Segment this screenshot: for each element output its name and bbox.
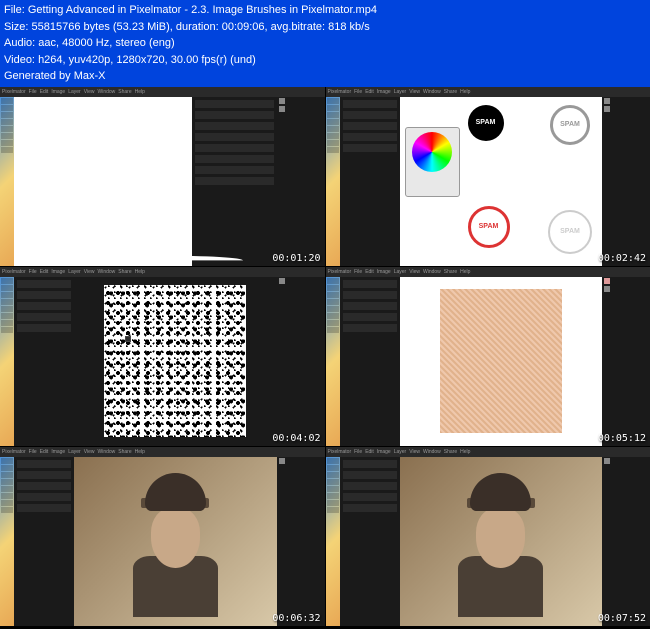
toolbar (326, 277, 340, 446)
layer-item (602, 457, 650, 465)
brushes-panel (340, 97, 400, 266)
menubar: PixelmatorFileEditImageLayerViewWindowSh… (326, 267, 650, 277)
grunge-texture (104, 285, 246, 437)
canvas (400, 277, 603, 446)
layers-panel (602, 277, 650, 446)
timestamp: 00:06:32 (272, 613, 320, 624)
color-wheel-icon (412, 132, 452, 172)
thumbnail-1[interactable]: PixelmatorFileEditImageLayerViewWindowSh… (0, 87, 325, 266)
thumbnail-5[interactable]: PixelmatorFileEditImageLayerViewWindowSh… (0, 447, 325, 626)
canvas (14, 97, 192, 266)
spam-stamp-gray: SPAM (550, 105, 590, 145)
layer-item (277, 277, 325, 285)
canvas: SPAM SPAM SPAM SPAM (400, 97, 603, 266)
brushes-panel (14, 457, 74, 626)
toolbar (326, 97, 340, 266)
brushes-panel (340, 457, 400, 626)
layer-item (277, 97, 325, 105)
canvas (74, 277, 277, 446)
thumbnail-4[interactable]: PixelmatorFileEditImageLayerViewWindowSh… (326, 267, 650, 446)
spam-stamp-black: SPAM (468, 105, 504, 141)
file-line: File: Getting Advanced in Pixelmator - 2… (4, 2, 646, 19)
layers-panel (277, 277, 325, 446)
media-info-header: File: Getting Advanced in Pixelmator - 2… (0, 0, 650, 87)
generated-line: Generated by Max-X (4, 68, 646, 85)
toolbar (0, 457, 14, 626)
menubar: PixelmatorFileEditImageLayerViewWindowSh… (0, 87, 325, 97)
menubar: PixelmatorFileEditImageLayerViewWindowSh… (326, 447, 650, 457)
layer-item (602, 277, 650, 285)
toolbar (0, 97, 14, 266)
timestamp: 00:05:12 (598, 433, 646, 444)
timestamp: 00:04:02 (272, 433, 320, 444)
layer-item (277, 105, 325, 113)
layers-panel (602, 457, 650, 626)
layer-item (277, 457, 325, 465)
layers-panel (602, 97, 650, 266)
audio-line: Audio: aac, 48000 Hz, stereo (eng) (4, 35, 646, 52)
menubar: PixelmatorFileEditImageLayerViewWindowSh… (326, 87, 650, 97)
thumbnail-6[interactable]: PixelmatorFileEditImageLayerViewWindowSh… (326, 447, 650, 626)
menubar: PixelmatorFileEditImageLayerViewWindowSh… (0, 447, 325, 457)
context-menu (125, 336, 131, 342)
timestamp: 00:07:52 (598, 613, 646, 624)
brushes-panel (340, 277, 400, 446)
thumbnail-3[interactable]: PixelmatorFileEditImageLayerViewWindowSh… (0, 267, 325, 446)
portrait-image (115, 465, 237, 617)
thumbnail-grid: PixelmatorFileEditImageLayerViewWindowSh… (0, 87, 650, 626)
timestamp: 00:01:20 (272, 253, 320, 264)
toolbar (0, 277, 14, 446)
layer-item (602, 97, 650, 105)
canvas (400, 457, 603, 626)
toolbar (326, 457, 340, 626)
canvas (74, 457, 277, 626)
layers-panel (277, 457, 325, 626)
video-line: Video: h264, yuv420p, 1280x720, 30.00 fp… (4, 52, 646, 69)
thumbnail-2[interactable]: PixelmatorFileEditImageLayerViewWindowSh… (326, 87, 650, 266)
layer-item (602, 285, 650, 293)
layer-item (602, 105, 650, 113)
timestamp: 00:02:42 (598, 253, 646, 264)
orange-texture (440, 289, 562, 433)
portrait-image (440, 465, 562, 617)
brushes-panel (192, 97, 277, 266)
menubar: PixelmatorFileEditImageLayerViewWindowSh… (0, 267, 325, 277)
spam-stamp-light: SPAM (548, 210, 592, 254)
spam-stamp-red: SPAM (468, 206, 510, 248)
size-line: Size: 55815766 bytes (53.23 MiB), durati… (4, 19, 646, 36)
brushes-panel (14, 277, 74, 446)
layers-panel (277, 97, 325, 266)
color-picker (405, 127, 460, 197)
